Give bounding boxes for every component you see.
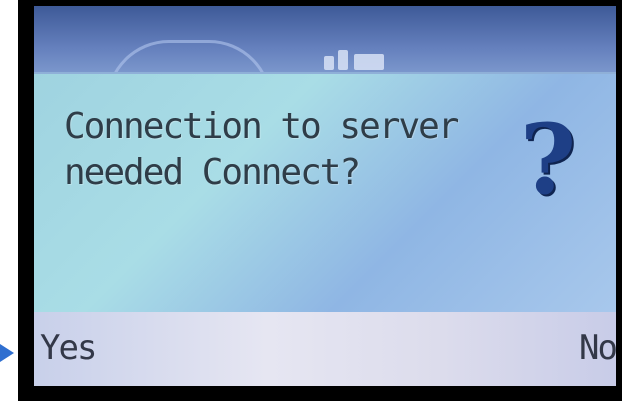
confirm-dialog: Connection to server needed Connect? ? xyxy=(34,72,616,314)
phone-screen: Connection to server needed Connect? ? Y… xyxy=(34,6,616,386)
wallpaper xyxy=(34,6,616,103)
phone-photo: Connection to server needed Connect? ? Y… xyxy=(0,0,641,401)
wallpaper-logo xyxy=(324,46,388,72)
yes-softkey[interactable]: Yes xyxy=(40,326,97,370)
no-softkey[interactable]: No xyxy=(579,326,616,370)
softkey-bar: Yes No xyxy=(34,312,616,386)
question-mark-icon: ? xyxy=(519,103,577,216)
pointer-arrow-icon xyxy=(0,344,14,362)
dialog-message: Connection to server needed Connect? xyxy=(64,106,459,193)
